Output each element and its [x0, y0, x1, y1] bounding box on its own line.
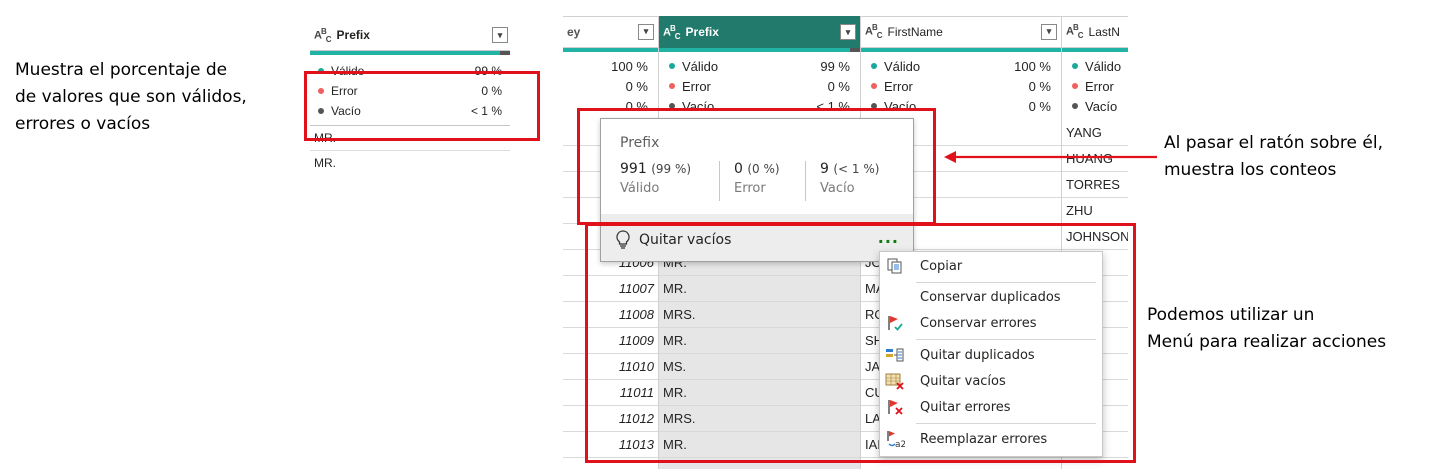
- column-header[interactable]: ABC LastN: [1062, 16, 1128, 48]
- table-cell[interactable]: TORRES: [1062, 172, 1128, 198]
- text-type-icon[interactable]: ABC: [865, 23, 882, 40]
- annotation-line: muestra los conteos: [1164, 160, 1337, 180]
- quality-label: Válido: [1085, 58, 1122, 74]
- valid-dot-icon: [669, 63, 675, 69]
- quality-label: Válido: [884, 58, 921, 74]
- chevron-down-icon[interactable]: ▾: [492, 27, 508, 43]
- text-type-icon[interactable]: ABC: [663, 24, 680, 41]
- mini-column-name: Prefix: [336, 28, 370, 42]
- column-header[interactable]: ABC Prefix ▾: [659, 16, 860, 48]
- column-header[interactable]: ey ▾: [563, 16, 658, 48]
- annotation-line: errores o vacíos: [15, 114, 151, 134]
- annotation-line: Muestra el porcentaje de: [15, 60, 228, 80]
- error-dot-icon: [1072, 83, 1078, 89]
- error-dot-icon: [669, 83, 675, 89]
- annotation-line: Menú para realizar acciones: [1147, 332, 1387, 352]
- valid-dot-icon: [1072, 63, 1078, 69]
- error-dot-icon: [871, 83, 877, 89]
- quality-label: Error: [682, 78, 711, 94]
- quality-bar: [861, 48, 1061, 52]
- quality-value: 100 %: [1014, 58, 1051, 74]
- quality-label: Vacío: [1085, 98, 1118, 114]
- mini-column-header[interactable]: ABC Prefix ▾: [310, 20, 510, 51]
- valid-dot-icon: [871, 63, 877, 69]
- chevron-down-icon[interactable]: ▾: [840, 24, 856, 40]
- highlight-box: [585, 223, 1136, 463]
- quality-label: Válido: [682, 58, 719, 74]
- quality-value: 0 %: [827, 78, 850, 94]
- quality-label: Error: [1085, 78, 1114, 94]
- annotation-line: de valores que son válidos,: [15, 87, 247, 107]
- quality-label: Error: [884, 78, 913, 94]
- empty-dot-icon: [1072, 103, 1078, 109]
- quality-bar: [563, 48, 658, 52]
- annotation-line: Al pasar el ratón sobre él,: [1164, 133, 1383, 153]
- quality-value: 0 %: [1028, 98, 1051, 114]
- column-header[interactable]: ABC FirstName ▾: [861, 16, 1061, 48]
- quality-value: 100 %: [611, 58, 648, 74]
- chevron-down-icon[interactable]: ▾: [1041, 23, 1057, 40]
- text-type-icon[interactable]: ABC: [314, 27, 331, 44]
- right-annotation-bottom: Podemos utilizar un Menú para realizar a…: [1147, 302, 1386, 356]
- column-name: LastN: [1088, 24, 1120, 39]
- annotation-line: Podemos utilizar un: [1147, 305, 1315, 325]
- quality-bar: [659, 48, 860, 52]
- quality-bar: [310, 51, 510, 55]
- quality-value: 0 %: [625, 78, 648, 94]
- quality-bar: [1062, 48, 1128, 52]
- column-name: ey: [567, 24, 581, 39]
- column-name: Prefix: [685, 25, 719, 39]
- left-annotation: Muestra el porcentaje de de valores que …: [15, 57, 247, 138]
- highlight-box: [304, 71, 540, 141]
- column-name: FirstName: [887, 24, 943, 39]
- right-annotation-top: Al pasar el ratón sobre él, muestra los …: [1164, 130, 1383, 184]
- arrow-icon: [944, 151, 1157, 163]
- quality-value: 99 %: [820, 58, 850, 74]
- highlight-box: [577, 108, 936, 225]
- table-cell[interactable]: ZHU: [1062, 198, 1128, 224]
- text-type-icon[interactable]: ABC: [1066, 23, 1083, 40]
- chevron-down-icon[interactable]: ▾: [638, 23, 654, 40]
- quality-value: 0 %: [1028, 78, 1051, 94]
- table-cell[interactable]: YANG: [1062, 120, 1128, 146]
- table-row[interactable]: MR.: [310, 151, 510, 175]
